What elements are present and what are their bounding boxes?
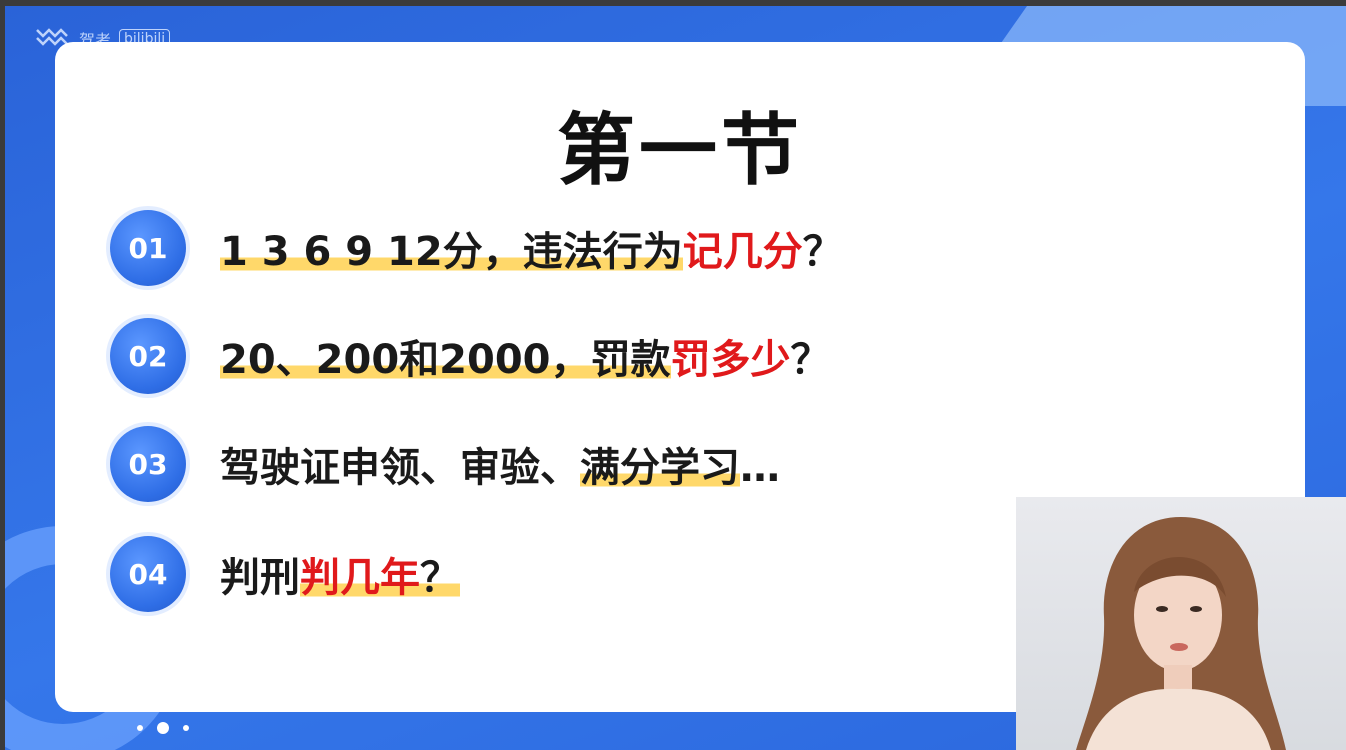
presenter-video (1016, 497, 1346, 750)
list-item-03: 03 驾驶证申领、审验、满分学习… (110, 426, 780, 502)
item-emphasis-text: 记几分 (682, 229, 803, 275)
item-emphasis-text: 罚多少 (670, 337, 791, 383)
item-tail: ？ (802, 229, 843, 275)
item-plain-text: 驾驶证申领、审验、 (220, 445, 580, 491)
item-plain-text: 判刑 (220, 555, 300, 601)
slide-pagination (137, 722, 189, 734)
item-number-badge: 03 (110, 426, 186, 502)
item-number-badge: 01 (110, 210, 186, 286)
presenter-image (1076, 517, 1286, 750)
item-highlight-text: 20、200和2000，罚款 (220, 337, 671, 383)
item-tail: ？ (420, 555, 460, 601)
list-item-01: 01 1 3 6 9 12分，违法行为记几分？ (110, 210, 843, 286)
item-number-badge: 04 (110, 536, 186, 612)
item-text: 1 3 6 9 12分，违法行为记几分？ (220, 219, 843, 277)
slide-title: 第一节 (556, 106, 803, 196)
item-number-badge: 02 (110, 318, 186, 394)
pagination-dot-active[interactable] (157, 722, 169, 734)
item-highlight-text: 1 3 6 9 12分，违法行为 (220, 229, 683, 275)
item-tail: … (740, 445, 780, 491)
item-text: 判刑判几年？ (220, 545, 460, 603)
pagination-dot[interactable] (137, 725, 143, 731)
item-emphasis-text: 判几年 (300, 555, 420, 601)
item-text: 驾驶证申领、审验、满分学习… (220, 435, 780, 493)
pagination-dot[interactable] (183, 725, 189, 731)
item-text: 20、200和2000，罚款罚多少？ (220, 327, 831, 385)
list-item-02: 02 20、200和2000，罚款罚多少？ (110, 318, 831, 394)
item-highlight-text: 满分学习 (580, 445, 740, 491)
list-item-04: 04 判刑判几年？ (110, 536, 460, 612)
item-tail: ？ (790, 337, 831, 383)
